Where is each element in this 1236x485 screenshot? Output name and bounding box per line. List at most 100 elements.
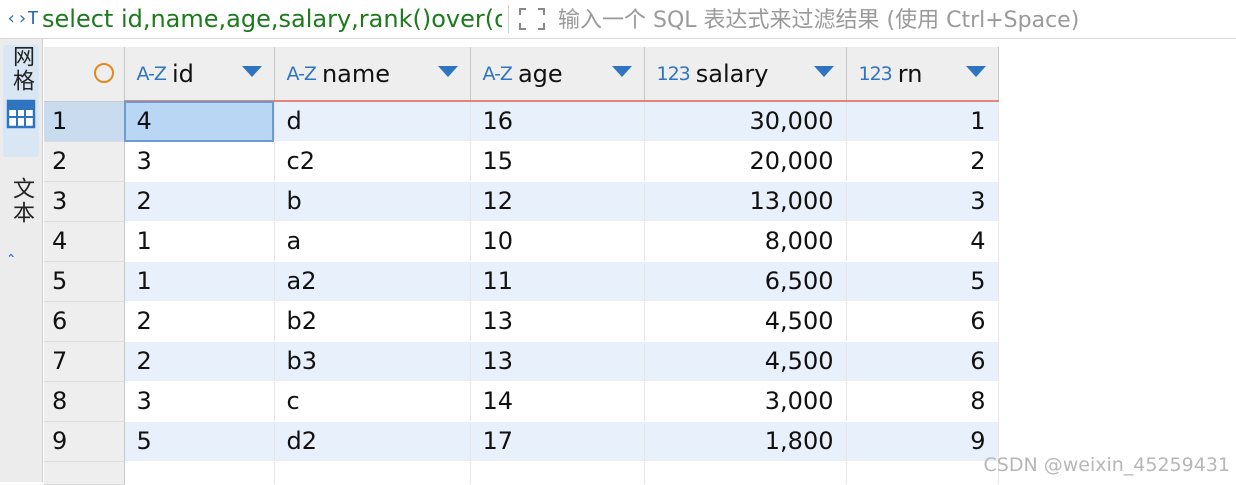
result-grid: A-Z id A-Z name A-Z age 123 salary 123 r… xyxy=(44,47,1232,485)
cell-rn[interactable]: 6 xyxy=(846,341,999,382)
table-row[interactable]: 1 4 d 16 30,000 1 xyxy=(44,101,1232,142)
cell-age[interactable]: 17 xyxy=(470,421,645,462)
cell-rn[interactable]: 5 xyxy=(846,261,999,302)
tab-grid[interactable]: 网格 xyxy=(3,45,39,157)
cell-rn[interactable]: 4 xyxy=(846,221,999,262)
text-type-icon: A-Z xyxy=(136,62,167,85)
cell-rn[interactable]: 3 xyxy=(846,181,999,222)
cell-age[interactable]: 14 xyxy=(470,381,645,422)
row-number[interactable]: 2 xyxy=(44,141,125,182)
cell-salary[interactable]: 4,500 xyxy=(644,301,847,342)
column-name: name xyxy=(321,59,391,88)
tab-text[interactable]: 文本 ‹T xyxy=(1,177,39,307)
cell-rn[interactable]: 6 xyxy=(846,301,999,342)
cell-salary[interactable]: 13,000 xyxy=(644,181,847,222)
cell-age[interactable]: 12 xyxy=(470,181,645,222)
row-number[interactable]: 7 xyxy=(44,341,125,382)
table-row[interactable]: 5 1 a2 11 6,500 5 xyxy=(44,261,1232,302)
table-row[interactable]: 7 2 b3 13 4,500 6 xyxy=(44,341,1232,382)
cell-id[interactable]: 4 xyxy=(124,101,275,142)
column-header-rn[interactable]: 123 rn xyxy=(846,47,999,102)
cell-name[interactable]: b2 xyxy=(274,301,471,342)
cell-id[interactable]: 1 xyxy=(124,261,275,302)
cell-name[interactable]: a2 xyxy=(274,261,471,302)
row-number[interactable]: 9 xyxy=(44,421,125,462)
sort-caret-icon[interactable] xyxy=(611,66,632,77)
row-number[interactable]: 8 xyxy=(44,381,125,422)
row-number xyxy=(44,461,125,485)
cell-salary[interactable]: 30,000 xyxy=(644,101,847,142)
cell-name[interactable]: a xyxy=(274,221,471,262)
column-header-name[interactable]: A-Z name xyxy=(274,47,471,102)
cell-id[interactable]: 5 xyxy=(124,421,275,462)
empty-space xyxy=(998,381,1232,422)
number-type-icon: 123 xyxy=(858,62,893,85)
cell-age[interactable]: 13 xyxy=(470,301,645,342)
row-number[interactable]: 1 xyxy=(44,101,125,142)
cell-salary[interactable]: 1,800 xyxy=(644,421,847,462)
column-header-id[interactable]: A-Z id xyxy=(124,47,275,102)
cell-id[interactable]: 2 xyxy=(124,301,275,342)
tab-text-label: 文本 xyxy=(9,177,34,225)
table-cell xyxy=(470,461,645,485)
cell-name[interactable]: c2 xyxy=(274,141,471,182)
cell-id[interactable]: 3 xyxy=(124,381,275,422)
empty-space xyxy=(998,141,1232,182)
table-row[interactable]: 2 3 c2 15 20,000 2 xyxy=(44,141,1232,182)
table-cell xyxy=(274,461,471,485)
cell-name[interactable]: b xyxy=(274,181,471,222)
sort-caret-icon[interactable] xyxy=(437,66,458,77)
cell-age[interactable]: 10 xyxy=(470,221,645,262)
select-all-icon[interactable] xyxy=(93,63,114,83)
sort-caret-icon[interactable] xyxy=(813,66,834,77)
cell-age[interactable]: 15 xyxy=(470,141,645,182)
cell-rn[interactable]: 8 xyxy=(846,381,999,422)
column-header-salary[interactable]: 123 salary xyxy=(644,47,847,102)
cell-id[interactable]: 2 xyxy=(124,181,275,222)
cell-age[interactable]: 16 xyxy=(470,101,645,142)
cell-salary[interactable]: 8,000 xyxy=(644,221,847,262)
sort-caret-icon[interactable] xyxy=(965,66,986,77)
cell-rn[interactable]: 1 xyxy=(846,101,999,142)
sort-caret-icon[interactable] xyxy=(241,66,262,77)
sql-query-text[interactable]: select id,name,age,salary,rank()over(ord… xyxy=(42,3,502,35)
cell-name[interactable]: d xyxy=(274,101,471,142)
cell-id[interactable]: 2 xyxy=(124,341,275,382)
table-row[interactable]: 4 1 a 10 8,000 4 xyxy=(44,221,1232,262)
table-row[interactable]: 3 2 b 12 13,000 3 xyxy=(44,181,1232,222)
cell-name[interactable]: d2 xyxy=(274,421,471,462)
sql-editor-icon[interactable]: ‹›T xyxy=(6,6,39,32)
cell-age[interactable]: 13 xyxy=(470,341,645,382)
empty-header-space xyxy=(998,47,1232,101)
row-number[interactable]: 5 xyxy=(44,261,125,302)
expand-icon[interactable] xyxy=(516,5,548,33)
filter-bar: ‹›T select id,name,age,salary,rank()over… xyxy=(0,0,1236,39)
empty-space xyxy=(998,101,1232,142)
filter-expression-input[interactable] xyxy=(556,2,1220,38)
table-cell xyxy=(644,461,847,485)
cell-name[interactable]: c xyxy=(274,381,471,422)
cell-id[interactable]: 1 xyxy=(124,221,275,262)
cell-age[interactable]: 11 xyxy=(470,261,645,302)
table-row[interactable]: 6 2 b2 13 4,500 6 xyxy=(44,301,1232,342)
empty-space xyxy=(998,181,1232,222)
grid-corner[interactable] xyxy=(44,47,125,102)
cell-salary[interactable]: 4,500 xyxy=(644,341,847,382)
cell-salary[interactable]: 20,000 xyxy=(644,141,847,182)
cell-rn[interactable]: 9 xyxy=(846,421,999,462)
number-type-icon: 123 xyxy=(656,62,691,85)
column-name: salary xyxy=(695,59,769,88)
cell-salary[interactable]: 6,500 xyxy=(644,261,847,302)
row-number[interactable]: 6 xyxy=(44,301,125,342)
row-number[interactable]: 3 xyxy=(44,181,125,222)
cell-salary[interactable]: 3,000 xyxy=(644,381,847,422)
column-header-age[interactable]: A-Z age xyxy=(470,47,645,102)
table-row[interactable]: 8 3 c 14 3,000 8 xyxy=(44,381,1232,422)
tab-grid-label: 网格 xyxy=(9,45,34,93)
cell-id[interactable]: 3 xyxy=(124,141,275,182)
cell-rn[interactable]: 2 xyxy=(846,141,999,182)
cell-name[interactable]: b3 xyxy=(274,341,471,382)
watermark: CSDN @weixin_45259431 xyxy=(983,454,1231,476)
text-type-icon: A-Z xyxy=(286,62,317,85)
row-number[interactable]: 4 xyxy=(44,221,125,262)
